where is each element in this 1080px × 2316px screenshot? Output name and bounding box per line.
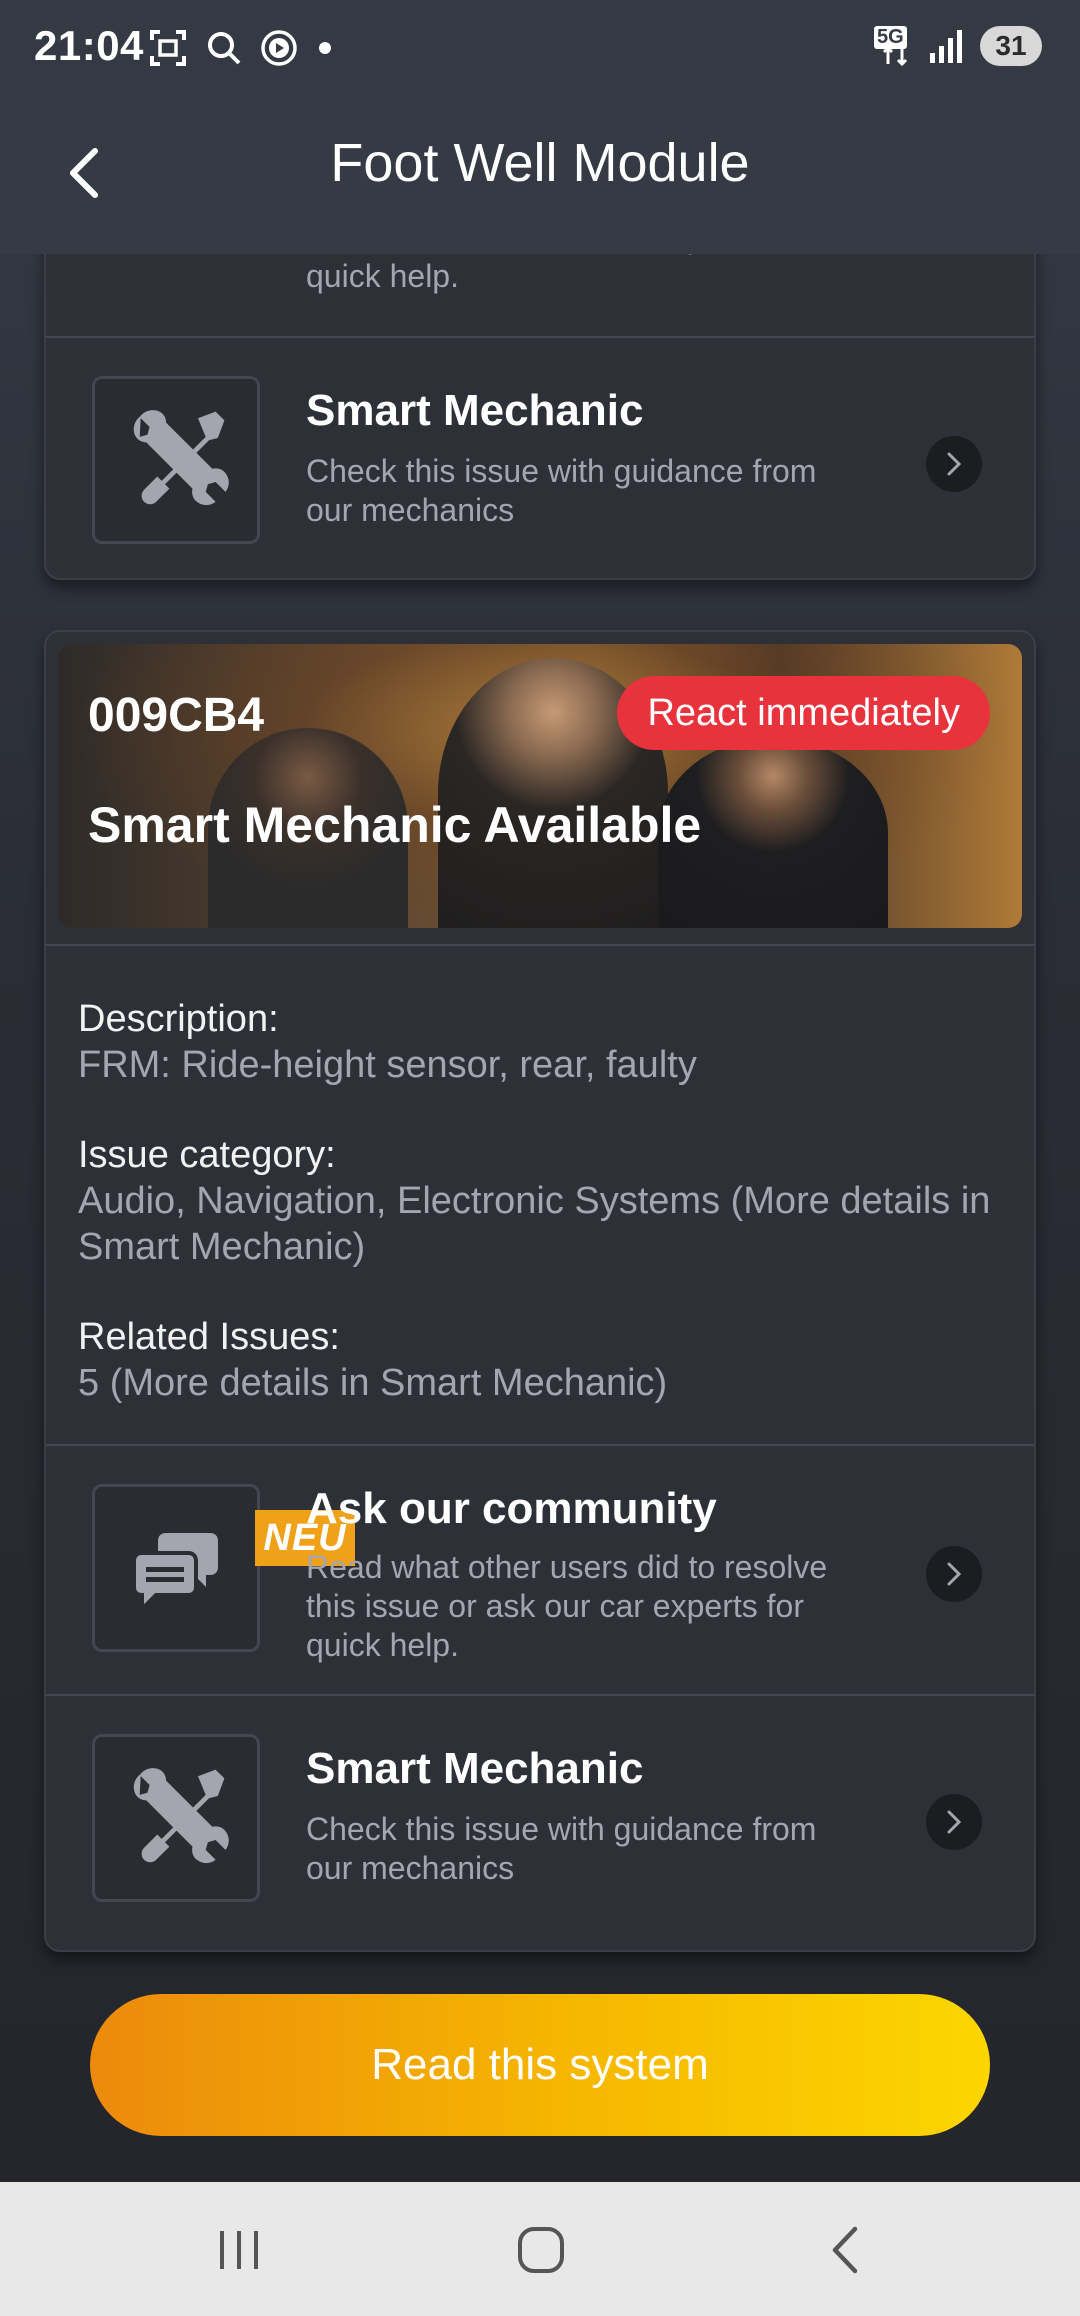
issue-details: Description: FRM: Ride-height sensor, re… bbox=[46, 944, 1034, 1444]
recents-button[interactable] bbox=[194, 2212, 284, 2288]
chat-bubbles-icon bbox=[132, 1533, 218, 1613]
tools-icon-box bbox=[92, 376, 260, 544]
ask-community-subtitle: Read what other users did to resolve thi… bbox=[306, 1549, 828, 1663]
smart-mechanic-open-button[interactable] bbox=[926, 1794, 982, 1850]
detail-related-issues: Related Issues: 5 (More details in Smart… bbox=[78, 1314, 1002, 1406]
status-bar: 21:04 5G 31 bbox=[0, 0, 1080, 96]
community-subtitle-partial: this issue or ask our car experts for qu… bbox=[306, 254, 804, 294]
chevron-right-icon bbox=[947, 452, 962, 476]
wrench-screwdriver-icon bbox=[133, 410, 229, 506]
ask-community-title: Ask our community bbox=[306, 1484, 717, 1533]
system-nav-bar bbox=[0, 2182, 1080, 2316]
home-icon bbox=[518, 2227, 564, 2273]
detail-issue-category: Issue category: Audio, Navigation, Elect… bbox=[78, 1132, 1002, 1270]
previous-issue-card: this issue or ask our car experts for qu… bbox=[44, 254, 1036, 580]
app-header: Foot Well Module bbox=[0, 96, 1080, 254]
issue-banner-title: Smart Mechanic Available bbox=[88, 797, 702, 853]
read-system-button[interactable]: Read this system bbox=[90, 1994, 990, 2136]
community-icon-box: NEU bbox=[92, 1484, 355, 1652]
dot-icon bbox=[319, 42, 331, 54]
smart-mechanic-title: Smart Mechanic bbox=[306, 386, 644, 435]
tools-icon-box bbox=[92, 1734, 260, 1902]
search-icon bbox=[208, 32, 241, 65]
community-row-partial[interactable]: this issue or ask our car experts for qu… bbox=[46, 254, 1034, 336]
chevron-right-icon bbox=[947, 1562, 962, 1586]
status-icons-left bbox=[148, 28, 334, 68]
detail-label: Related Issues: bbox=[78, 1316, 340, 1358]
page-title: Foot Well Module bbox=[330, 133, 750, 193]
smart-mechanic-row[interactable]: Smart Mechanic Check this issue with gui… bbox=[46, 1694, 1034, 1940]
smart-mechanic-row[interactable]: Smart Mechanic Check this issue with gui… bbox=[46, 336, 1034, 578]
ask-community-open-button[interactable] bbox=[926, 1546, 982, 1602]
issue-card: 009CB4 Smart Mechanic Available React im… bbox=[44, 630, 1036, 1952]
detail-value: FRM: Ride-height sensor, rear, faulty bbox=[78, 1044, 697, 1086]
smart-mechanic-open-button[interactable] bbox=[926, 436, 982, 492]
scroll-content[interactable]: this issue or ask our car experts for qu… bbox=[0, 254, 1080, 2182]
urgency-badge: React immediately bbox=[617, 676, 990, 750]
back-arrow-icon bbox=[832, 2226, 858, 2274]
play-icon bbox=[261, 30, 297, 66]
recents-icon bbox=[220, 2231, 258, 2269]
issue-code: 009CB4 bbox=[88, 689, 265, 742]
detail-label: Description: bbox=[78, 998, 279, 1040]
smart-mechanic-title: Smart Mechanic bbox=[306, 1744, 644, 1793]
signal-icon bbox=[930, 30, 962, 63]
network-5g-icon: 5G bbox=[874, 26, 914, 66]
detail-value: 5 (More details in Smart Mechanic) bbox=[78, 1362, 668, 1404]
detail-label: Issue category: bbox=[78, 1134, 336, 1176]
ask-community-row[interactable]: NEU Ask our community Read what other us… bbox=[46, 1444, 1034, 1694]
status-icons-right: 5G 31 bbox=[874, 26, 1042, 66]
screenshot-icon bbox=[150, 30, 186, 66]
detail-value: Audio, Navigation, Electronic Systems (M… bbox=[78, 1180, 991, 1268]
issue-banner[interactable]: 009CB4 Smart Mechanic Available React im… bbox=[58, 644, 1022, 928]
status-time: 21:04 bbox=[34, 22, 144, 69]
smart-mechanic-subtitle: Check this issue with guidance from our … bbox=[306, 1811, 817, 1886]
chevron-right-icon bbox=[947, 1810, 962, 1834]
smart-mechanic-subtitle: Check this issue with guidance from our … bbox=[306, 453, 817, 528]
system-back-button[interactable] bbox=[800, 2212, 890, 2288]
detail-description: Description: FRM: Ride-height sensor, re… bbox=[78, 996, 1002, 1088]
battery-icon: 31 bbox=[980, 26, 1042, 66]
home-button[interactable] bbox=[496, 2212, 586, 2288]
wrench-screwdriver-icon bbox=[133, 1768, 229, 1864]
